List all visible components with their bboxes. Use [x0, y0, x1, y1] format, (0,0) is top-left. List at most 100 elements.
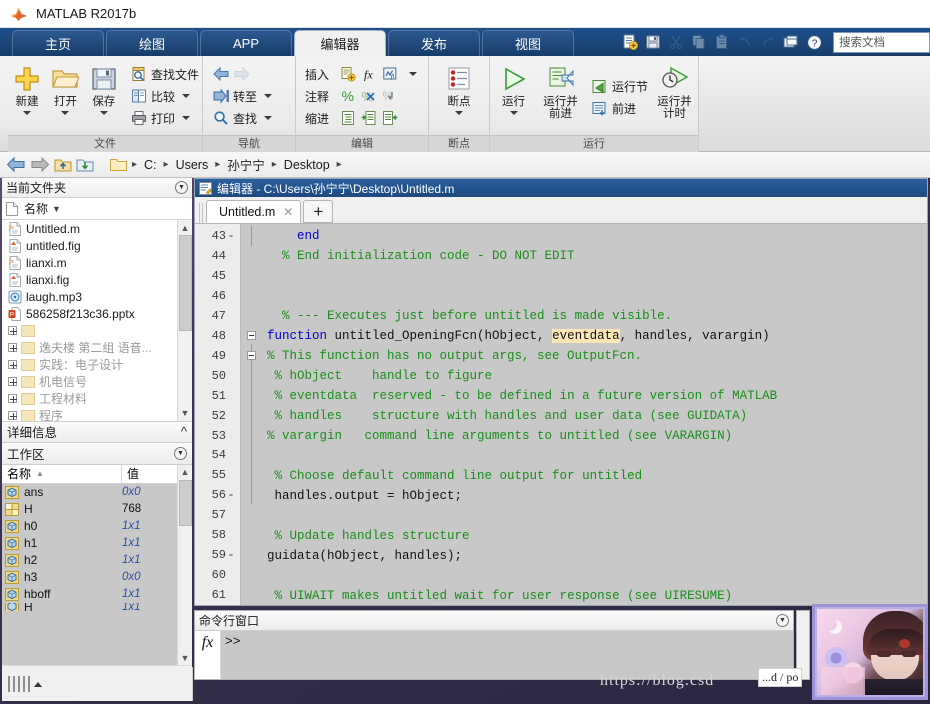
- scroll-down-icon[interactable]: ▼: [178, 406, 193, 421]
- table-row[interactable]: h0 1x1: [2, 518, 192, 535]
- run-button[interactable]: 运行: [490, 61, 537, 115]
- list-item[interactable]: 工程材料: [2, 390, 192, 407]
- code-line[interactable]: function untitled_OpeningFcn(hObject, ev…: [241, 326, 927, 346]
- scrollbar-thumb[interactable]: [178, 235, 192, 331]
- paste-icon[interactable]: [712, 32, 732, 52]
- workspace-col-name[interactable]: 名称 ▲: [2, 464, 122, 483]
- open-button[interactable]: 打开: [46, 61, 84, 115]
- goto-button[interactable]: 转至: [209, 85, 275, 107]
- workspace-scrollbar[interactable]: ▲ ▼: [177, 464, 193, 665]
- chevron-down-icon[interactable]: [182, 116, 190, 120]
- start-button-strip[interactable]: [2, 667, 192, 701]
- table-row[interactable]: h3 0x0: [2, 569, 192, 586]
- panel-options-icon[interactable]: ▼: [174, 446, 187, 460]
- expand-icon[interactable]: [8, 343, 17, 352]
- table-row[interactable]: h2 1x1: [2, 552, 192, 569]
- copy-icon[interactable]: [689, 32, 709, 52]
- chevron-down-icon[interactable]: [264, 94, 273, 98]
- code-line[interactable]: % This function has no output args, see …: [241, 346, 927, 366]
- code-line[interactable]: guidata(hObject, handles);: [241, 546, 927, 566]
- comment-icon[interactable]: %: [339, 87, 357, 105]
- list-item[interactable]: fx lianxi.m: [2, 254, 192, 271]
- code-line[interactable]: [241, 566, 927, 586]
- chevron-down-icon[interactable]: [182, 94, 190, 98]
- search-documentation-input[interactable]: 搜索文档: [833, 31, 930, 53]
- code-line[interactable]: % End initialization code - DO NOT EDIT: [241, 246, 927, 266]
- table-row[interactable]: hboff 1x1: [2, 586, 192, 603]
- indent-right-icon[interactable]: [360, 109, 378, 127]
- workspace-variable-grid[interactable]: 名称 ▲ 值 ans 0x0 H 768 h0 1x1 h1 1x1 h2 1x…: [2, 464, 193, 665]
- browse-folder-icon[interactable]: [76, 157, 94, 173]
- indent-row[interactable]: 缩进: [302, 107, 420, 129]
- code-line[interactable]: handles.output = hObject;: [241, 486, 927, 506]
- current-folder-scrollbar[interactable]: ▲ ▼: [177, 220, 192, 421]
- breadcrumb-user[interactable]: 孙宁宁: [225, 155, 267, 174]
- list-item[interactable]: P 586258f213c36.pptx: [2, 305, 192, 322]
- fold-toggle-icon[interactable]: [247, 351, 256, 360]
- list-item[interactable]: 逸夫楼 第二组 语音...: [2, 339, 192, 356]
- chevron-down-icon[interactable]: [264, 116, 273, 120]
- breadcrumb-desktop[interactable]: Desktop: [282, 158, 332, 172]
- editor-file-tab[interactable]: Untitled.m ✕: [206, 200, 302, 223]
- save-button[interactable]: 保存: [85, 61, 123, 115]
- nav-back-forward-row[interactable]: [209, 63, 275, 85]
- code-line[interactable]: % --- Executes just before untitled is m…: [241, 306, 927, 326]
- insert-fx-icon[interactable]: fi: [381, 65, 399, 83]
- expand-icon[interactable]: [8, 360, 17, 369]
- chevron-down-icon[interactable]: [61, 111, 70, 115]
- fold-toggle-icon[interactable]: [247, 331, 256, 340]
- run-and-advance-button[interactable]: 运行并 前进: [537, 61, 584, 120]
- chevron-down-icon[interactable]: [509, 111, 518, 115]
- new-tab-button[interactable]: +: [303, 200, 334, 223]
- code-line[interactable]: [241, 286, 927, 306]
- help-icon[interactable]: ?: [804, 32, 824, 52]
- code-line[interactable]: % Update handles structure: [241, 526, 927, 546]
- code-line[interactable]: % UIWAIT makes untitled wait for user re…: [241, 586, 927, 605]
- smart-indent-icon[interactable]: [339, 109, 357, 127]
- breadcrumb-users[interactable]: Users: [174, 158, 211, 172]
- list-item[interactable]: fx Untitled.m: [2, 220, 192, 237]
- new-script-icon[interactable]: [620, 32, 640, 52]
- list-item[interactable]: 程序: [2, 407, 192, 421]
- scroll-up-icon[interactable]: ▲: [178, 220, 193, 235]
- collapse-icon[interactable]: ^: [181, 424, 187, 439]
- sort-caret-icon[interactable]: ▼: [52, 204, 61, 214]
- advance-button[interactable]: 前进: [588, 97, 651, 119]
- wrap-comment-icon[interactable]: %: [381, 87, 399, 105]
- save-icon[interactable]: [643, 32, 663, 52]
- scroll-down-icon[interactable]: ▼: [178, 650, 193, 665]
- ribbon-tab-plots[interactable]: 绘图: [106, 30, 198, 56]
- close-icon[interactable]: ✕: [283, 205, 293, 219]
- run-section-button[interactable]: 运行节: [588, 75, 651, 97]
- new-button[interactable]: 新建: [8, 61, 46, 115]
- compare-button[interactable]: 比较: [127, 85, 202, 107]
- list-item[interactable]: 实践：电子设计: [2, 356, 192, 373]
- redo-icon[interactable]: [758, 32, 778, 52]
- list-item[interactable]: laugh.mp3: [2, 288, 192, 305]
- code-line[interactable]: % handles structure with handles and use…: [241, 406, 927, 426]
- scroll-up-icon[interactable]: ▲: [178, 465, 193, 480]
- table-row[interactable]: ans 0x0: [2, 484, 192, 501]
- table-row[interactable]: H 768: [2, 501, 192, 518]
- find-files-button[interactable]: 查找文件: [127, 63, 202, 85]
- up-folder-icon[interactable]: [54, 157, 72, 173]
- table-row[interactable]: H 1x1: [2, 602, 192, 611]
- expand-icon[interactable]: [8, 326, 17, 335]
- panel-options-icon[interactable]: ▼: [776, 614, 789, 627]
- list-item[interactable]: lianxi.fig: [2, 271, 192, 288]
- ribbon-tab-apps[interactable]: APP: [200, 30, 292, 56]
- forward-arrow-icon[interactable]: [233, 65, 251, 83]
- chevron-down-icon[interactable]: [23, 111, 32, 115]
- comment-row[interactable]: 注释 % % %: [302, 85, 420, 107]
- list-item[interactable]: untitled.fig: [2, 237, 192, 254]
- table-row[interactable]: h1 1x1: [2, 535, 192, 552]
- breadcrumb-c[interactable]: C:: [142, 158, 159, 172]
- print-button[interactable]: 打印: [127, 107, 202, 129]
- floating-image-thumbnail[interactable]: [812, 604, 928, 700]
- current-folder-file-list[interactable]: fx Untitled.m untitled.fig fx lianxi.m l…: [2, 220, 192, 421]
- ribbon-tab-publish[interactable]: 发布: [388, 30, 480, 56]
- indent-left-icon[interactable]: [381, 109, 399, 127]
- nav-back-icon[interactable]: [6, 157, 26, 172]
- run-and-time-button[interactable]: 运行并 计时: [651, 61, 698, 120]
- code-line[interactable]: % hObject handle to figure: [241, 366, 927, 386]
